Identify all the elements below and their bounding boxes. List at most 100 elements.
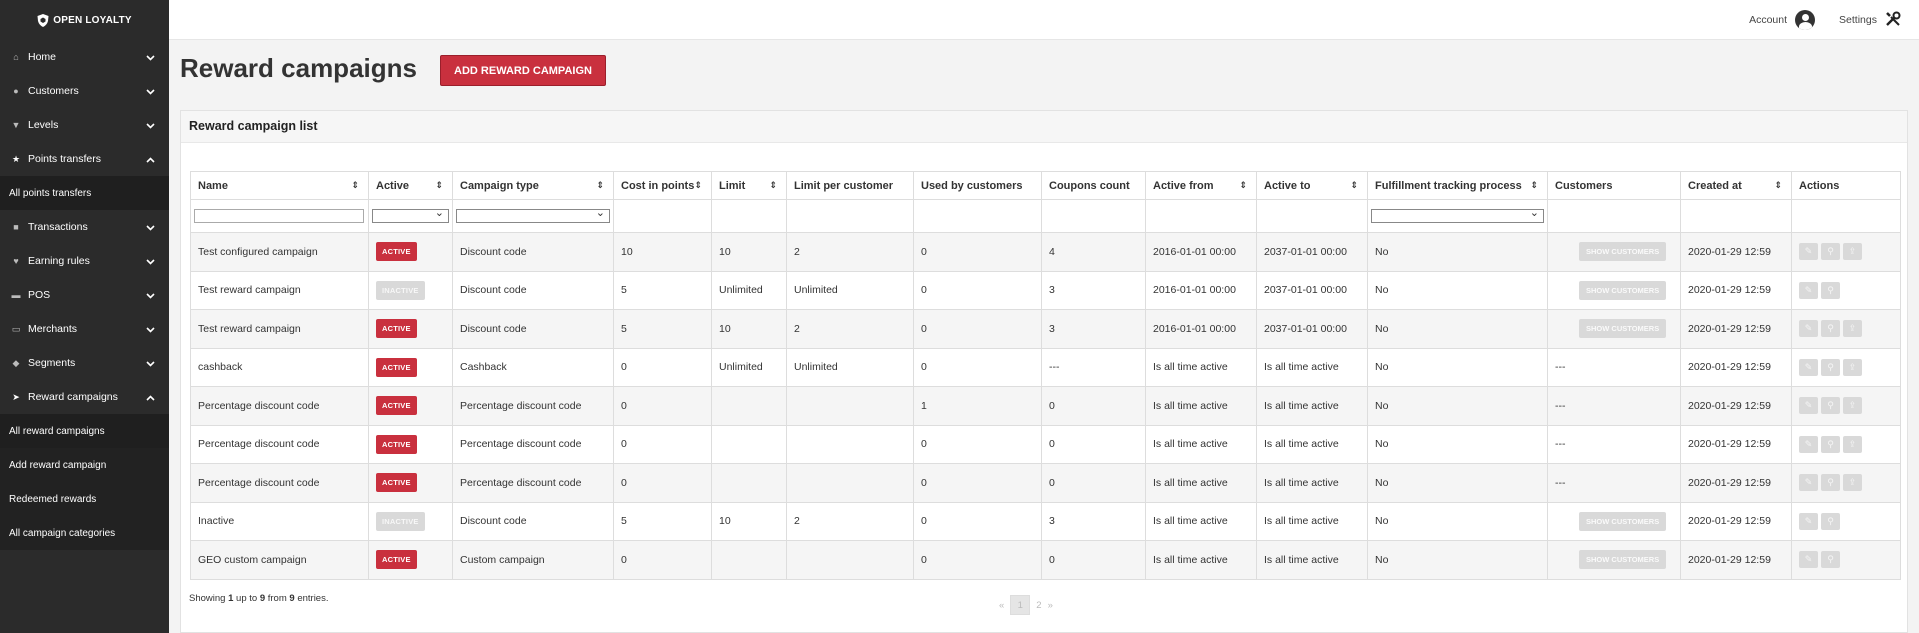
show-customers-button[interactable]: SHOW CUSTOMERS — [1579, 550, 1667, 570]
cell-fulfillment: No — [1367, 501, 1548, 541]
search-icon[interactable]: ⚲ — [1821, 474, 1840, 492]
cell-limit — [711, 540, 787, 580]
column-header-active-to[interactable]: Active to ⇕ — [1256, 171, 1368, 200]
search-icon[interactable]: ⚲ — [1821, 358, 1840, 376]
sidebar-item-merchants[interactable]: ▭ Merchants — [0, 312, 169, 346]
table-row: cashback ACTIVE Cashback 0 Unlimited Unlimite… — [190, 347, 1901, 387]
sidebar-item-earning-rules[interactable]: ♥ Earning rules — [0, 244, 169, 278]
upload-icon[interactable]: ⇪ — [1843, 474, 1862, 492]
search-icon[interactable]: ⚲ — [1821, 397, 1840, 415]
search-icon[interactable]: ⚲ — [1821, 551, 1840, 569]
wrench-screwdriver-icon[interactable] — [1885, 11, 1901, 30]
column-header-cost-in-points[interactable]: Cost in points ⇕ — [613, 171, 712, 200]
cell-cost: 0 — [613, 463, 712, 503]
edit-icon[interactable]: ✎ — [1799, 512, 1818, 530]
sidebar-subitem-all-points-transfers[interactable]: All points transfers — [0, 176, 169, 210]
active-filter-select[interactable] — [372, 206, 449, 223]
cell-campaign-type: Discount code — [452, 270, 614, 310]
prev-page-button[interactable]: « — [999, 600, 1004, 611]
column-header-active-from[interactable]: Active from ⇕ — [1145, 171, 1257, 200]
sort-icon: ⇕ — [769, 180, 777, 190]
show-customers-button[interactable]: SHOW CUSTOMERS — [1579, 511, 1667, 531]
panel-title: Reward campaign list — [181, 111, 1907, 143]
edit-icon[interactable]: ✎ — [1799, 358, 1818, 376]
cell-active-to: Is all time active — [1256, 424, 1368, 464]
page-1-button[interactable]: 1 — [1010, 595, 1031, 615]
card-icon: ▭ — [11, 323, 21, 334]
cell-fulfillment: No — [1367, 232, 1548, 272]
edit-icon[interactable]: ✎ — [1799, 320, 1818, 338]
sidebar-item-reward-campaigns[interactable]: ➤ Reward campaigns — [0, 380, 169, 414]
show-customers-button[interactable]: SHOW CUSTOMERS — [1579, 280, 1667, 300]
edit-icon[interactable]: ✎ — [1799, 243, 1818, 261]
show-customers-button[interactable]: SHOW CUSTOMERS — [1579, 242, 1667, 262]
sidebar-item-levels[interactable]: ▼ Levels — [0, 108, 169, 142]
sidebar-subitem-all-reward-campaigns[interactable]: All reward campaigns — [0, 414, 169, 448]
cell-limit-per-customer: 2 — [786, 501, 914, 541]
sidebar-item-transactions[interactable]: ■ Transactions — [0, 210, 169, 244]
add-reward-campaign-button[interactable]: ADD REWARD CAMPAIGN — [440, 55, 606, 86]
sidebar-item-label: Levels — [28, 119, 59, 131]
cell-active: ACTIVE — [368, 540, 453, 580]
sidebar-subitem-redeemed-rewards[interactable]: Redeemed rewards — [0, 482, 169, 516]
tags-icon: ◆ — [12, 357, 20, 368]
sidebar-subitem-all-campaign-categories[interactable]: All campaign categories — [0, 516, 169, 550]
cell-cost: 5 — [613, 270, 712, 310]
sidebar-subitem-add-reward-campaign[interactable]: Add reward campaign — [0, 448, 169, 482]
sidebar-item-home[interactable]: ⌂ Home — [0, 40, 169, 74]
edit-icon[interactable]: ✎ — [1799, 435, 1818, 453]
column-header-limit[interactable]: Limit ⇕ — [711, 171, 787, 200]
upload-icon[interactable]: ⇪ — [1843, 358, 1862, 376]
sidebar-item-pos[interactable]: ▬ POS — [0, 278, 169, 312]
pagination: « 1 2 » — [999, 595, 1053, 615]
cell-active-from: Is all time active — [1145, 501, 1257, 541]
search-icon[interactable]: ⚲ — [1821, 281, 1840, 299]
cell-limit: 10 — [711, 232, 787, 272]
cell-limit: 10 — [711, 309, 787, 349]
cell-customers: SHOW CUSTOMERS — [1547, 501, 1681, 541]
column-header-fulfillment[interactable]: Fulfillment tracking process ⇕ — [1367, 171, 1548, 200]
upload-icon[interactable]: ⇪ — [1843, 435, 1862, 453]
cell-active: ACTIVE — [368, 309, 453, 349]
user-avatar-icon[interactable] — [1795, 10, 1816, 30]
column-header-active[interactable]: Active ⇕ — [368, 171, 453, 200]
next-page-button[interactable]: » — [1048, 600, 1053, 611]
cell-actions: ✎ ⚲ — [1791, 540, 1901, 580]
upload-icon[interactable]: ⇪ — [1843, 397, 1862, 415]
cell-created-at: 2020-01-29 12:59 — [1680, 232, 1792, 272]
account-link[interactable]: Account — [1749, 14, 1787, 26]
name-filter-input[interactable] — [194, 209, 364, 223]
sidebar-item-customers[interactable]: ● Customers — [0, 74, 169, 108]
page-2-button[interactable]: 2 — [1036, 600, 1041, 611]
edit-icon[interactable]: ✎ — [1799, 474, 1818, 492]
edit-icon[interactable]: ✎ — [1799, 551, 1818, 569]
cell-limit-per-customer: Unlimited — [786, 347, 914, 387]
cell-active-to: 2037-01-01 00:00 — [1256, 232, 1368, 272]
search-icon[interactable]: ⚲ — [1821, 435, 1840, 453]
upload-icon[interactable]: ⇪ — [1843, 243, 1862, 261]
sidebar-item-segments[interactable]: ◆ Segments — [0, 346, 169, 380]
fulfillment-filter-select[interactable] — [1371, 206, 1544, 223]
settings-link[interactable]: Settings — [1839, 14, 1877, 26]
show-customers-button[interactable]: SHOW CUSTOMERS — [1579, 319, 1667, 339]
search-icon[interactable]: ⚲ — [1821, 243, 1840, 261]
cell-actions: ✎ ⚲ ⇪ — [1791, 232, 1901, 272]
column-header-created-at[interactable]: Created at ⇕ — [1680, 171, 1792, 200]
campaign-type-filter-select[interactable] — [456, 206, 610, 223]
search-icon[interactable]: ⚲ — [1821, 320, 1840, 338]
upload-icon[interactable]: ⇪ — [1843, 320, 1862, 338]
cell-limit: Unlimited — [711, 347, 787, 387]
cell-used: 0 — [913, 270, 1042, 310]
edit-icon[interactable]: ✎ — [1799, 397, 1818, 415]
cell-limit-per-customer: Unlimited — [786, 270, 914, 310]
status-badge: INACTIVE — [376, 511, 425, 531]
column-header-campaign-type[interactable]: Campaign type ⇕ — [452, 171, 614, 200]
edit-icon[interactable]: ✎ — [1799, 281, 1818, 299]
brand-logo[interactable]: OPEN LOYALTY — [0, 0, 169, 40]
sidebar-item-points-transfers[interactable]: ★ Points transfers — [0, 142, 169, 176]
column-header-name[interactable]: Name ⇕ — [190, 171, 369, 200]
search-icon[interactable]: ⚲ — [1821, 512, 1840, 530]
table-row: GEO custom campaign ACTIVE Custom campaign… — [190, 540, 1901, 580]
cell-fulfillment: No — [1367, 424, 1548, 464]
cell-cost: 5 — [613, 501, 712, 541]
